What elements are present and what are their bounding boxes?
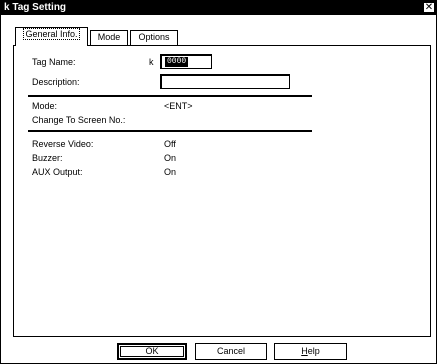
aux-output-value: On [164, 167, 177, 177]
description-label: Description: [32, 77, 80, 87]
title-bar[interactable]: k Tag Setting ✕ [1, 1, 436, 15]
tab-general-info[interactable]: General Info. [15, 27, 88, 46]
separator [28, 95, 312, 97]
description-field[interactable] [160, 74, 290, 89]
tag-name-label: Tag Name: [32, 57, 76, 67]
tab-options[interactable]: Options [130, 30, 178, 45]
separator [28, 130, 312, 132]
change-screen-label: Change To Screen No.: [32, 115, 126, 125]
cancel-button[interactable]: Cancel [195, 343, 267, 360]
ok-button[interactable]: OK [117, 343, 187, 360]
help-button[interactable]: Help [274, 343, 347, 360]
help-label: elp [307, 346, 320, 356]
cancel-label: Cancel [216, 346, 245, 356]
ok-label: OK [120, 346, 184, 357]
tab-label: General Info. [23, 28, 80, 40]
tag-name-field[interactable]: 0000 [160, 54, 212, 69]
aux-output-label: AUX Output: [32, 167, 83, 177]
tab-label: Mode [97, 32, 121, 42]
tag-name-value: 0000 [165, 57, 189, 67]
tab-mode[interactable]: Mode [90, 30, 128, 45]
reverse-video-value: Off [164, 139, 176, 149]
buzzer-label: Buzzer: [32, 153, 63, 163]
reverse-video-label: Reverse Video: [32, 139, 94, 149]
general-info-panel: Tag Name: k 0000 Description: Mode: <ENT… [13, 45, 431, 337]
mode-value: <ENT> [164, 101, 193, 111]
window-title: k Tag Setting [4, 2, 67, 13]
tag-setting-dialog: k Tag Setting ✕ General Info. Mode Optio… [0, 0, 437, 364]
tag-prefix: k [149, 57, 154, 67]
buzzer-value: On [164, 153, 177, 163]
close-icon[interactable]: ✕ [423, 2, 435, 13]
mode-label: Mode: [32, 101, 58, 111]
tab-label: Options [138, 32, 170, 42]
